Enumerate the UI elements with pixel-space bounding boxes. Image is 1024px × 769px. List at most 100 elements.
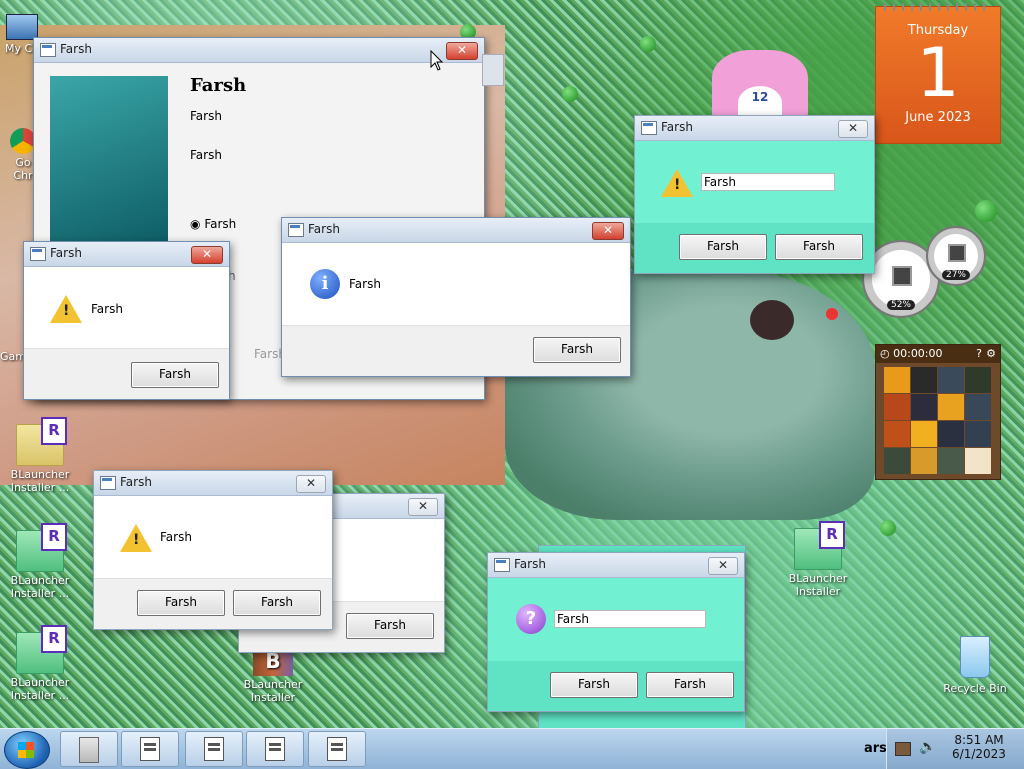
volume-muted-icon[interactable]: 🔈 xyxy=(919,739,936,755)
window-titlebar[interactable]: Farsh ✕ xyxy=(282,218,630,243)
wizard-radio-option[interactable]: ◉ Farsh xyxy=(190,217,236,231)
window-title: Farsh xyxy=(50,246,82,260)
desktop-icon-label: BLauncher Installer ... xyxy=(10,468,70,494)
window-titlebar[interactable]: Farsh ✕ xyxy=(488,553,744,578)
puzzle-tile[interactable] xyxy=(884,448,910,474)
taskbar-button[interactable] xyxy=(246,731,304,767)
scrollbar-fragment[interactable] xyxy=(482,54,504,86)
desktop-icon-label: BLauncher Installer xyxy=(243,678,303,704)
close-button[interactable]: ✕ xyxy=(408,498,438,516)
window-titlebar[interactable]: Farsh ✕ xyxy=(34,38,484,63)
desktop-icon-blauncher-installer[interactable]: R BLauncher Installer ... xyxy=(0,523,80,600)
calendar-month-year: June 2023 xyxy=(905,110,971,125)
puzzle-settings-icon[interactable]: ⚙ xyxy=(986,345,996,363)
folder-icon: R xyxy=(794,521,845,570)
desktop-icon-games[interactable]: Gam xyxy=(0,350,26,363)
close-button[interactable]: ✕ xyxy=(191,246,223,264)
desktop-icon-blauncher-installer[interactable]: R BLauncher Installer ... xyxy=(0,625,80,702)
dialog-button-1[interactable]: Farsh xyxy=(550,672,638,698)
ok-button[interactable]: Farsh xyxy=(533,337,621,363)
info-dialog: Farsh ✕ i Farsh Farsh xyxy=(281,217,631,377)
ok-button[interactable]: Farsh xyxy=(131,362,219,388)
folder-icon: R xyxy=(16,523,67,572)
document-icon xyxy=(265,737,285,761)
text-input[interactable]: Farsh xyxy=(701,173,835,191)
dialog-button-2[interactable]: Farsh xyxy=(233,590,321,616)
dialog-client: i Farsh Farsh xyxy=(282,243,630,376)
taskbar-button[interactable] xyxy=(308,731,366,767)
dialog-button-1[interactable]: Farsh xyxy=(137,590,225,616)
r-badge-icon: R xyxy=(819,521,845,549)
window-titlebar[interactable]: Farsh ✕ xyxy=(94,471,332,496)
recycle-bin-icon xyxy=(960,636,990,678)
close-button[interactable]: ✕ xyxy=(708,557,738,575)
ok-button[interactable]: Farsh xyxy=(346,613,434,639)
dialog-button-1[interactable]: Farsh xyxy=(679,234,767,260)
wallpaper-animal-nose xyxy=(750,300,794,340)
puzzle-timer-icon: ◴ xyxy=(880,347,894,360)
question-icon: ? xyxy=(516,604,546,634)
dialog-button-2[interactable]: Farsh xyxy=(775,234,863,260)
network-icon[interactable] xyxy=(895,742,911,756)
window-titlebar[interactable]: Farsh ✕ xyxy=(635,116,874,141)
taskbar-clock[interactable]: 8:51 AM 6/1/2023 xyxy=(944,733,1014,761)
puzzle-tile[interactable] xyxy=(965,448,991,474)
memory-gauge-value: 27% xyxy=(942,270,970,280)
taskbar: ars 🔈 8:51 AM 6/1/2023 xyxy=(0,728,1024,769)
taskbar-button[interactable] xyxy=(121,731,179,767)
dialog-client: Farsh Farsh Farsh xyxy=(635,141,874,273)
window-title: Farsh xyxy=(661,120,693,134)
puzzle-tile[interactable] xyxy=(938,367,964,393)
puzzle-tile[interactable] xyxy=(911,421,937,447)
window-title: Farsh xyxy=(120,475,152,489)
calendar-gadget[interactable]: Thursday 1 June 2023 xyxy=(875,3,1001,144)
puzzle-tile[interactable] xyxy=(965,394,991,420)
puzzle-tile[interactable] xyxy=(938,394,964,420)
puzzle-tile[interactable] xyxy=(965,421,991,447)
close-button[interactable]: ✕ xyxy=(592,222,624,240)
desktop-icon-label: Go Chr xyxy=(13,156,33,182)
close-button[interactable]: ✕ xyxy=(838,120,868,138)
clock-date: 6/1/2023 xyxy=(952,747,1006,761)
text-input[interactable]: Farsh xyxy=(554,610,706,628)
desktop-icon-blauncher-installer[interactable]: B BLauncher Installer xyxy=(233,646,313,704)
tray-text: ars xyxy=(864,741,887,756)
close-button[interactable]: ✕ xyxy=(296,475,326,493)
calendar-day-number: 1 xyxy=(916,34,960,113)
window-titlebar[interactable]: Farsh ✕ xyxy=(24,242,229,267)
dialog-client: ? Farsh Farsh Farsh xyxy=(488,578,744,711)
puzzle-tile[interactable] xyxy=(938,421,964,447)
puzzle-grid xyxy=(884,367,1000,474)
dialog-button-2[interactable]: Farsh xyxy=(646,672,734,698)
desktop-icon-recycle-bin[interactable]: Recycle Bin xyxy=(935,636,1015,695)
cat-clock-gadget[interactable]: 12 xyxy=(712,50,808,120)
puzzle-tile[interactable] xyxy=(911,367,937,393)
memory-gauge[interactable]: 27% xyxy=(926,226,986,286)
puzzle-tile[interactable] xyxy=(911,394,937,420)
window-title: Farsh xyxy=(60,42,92,56)
mouse-cursor-icon xyxy=(430,50,444,71)
puzzle-tile[interactable] xyxy=(884,394,910,420)
dialog-footer: Farsh xyxy=(24,348,229,399)
puzzle-tile[interactable] xyxy=(911,448,937,474)
taskbar-button[interactable] xyxy=(185,731,243,767)
puzzle-tile[interactable] xyxy=(884,367,910,393)
document-icon xyxy=(327,737,347,761)
desktop-icon-blauncher-installer[interactable]: R BLauncher Installer ... xyxy=(0,417,80,494)
puzzle-tile[interactable] xyxy=(884,421,910,447)
warning-icon xyxy=(661,169,693,197)
dialog-footer: Farsh Farsh xyxy=(94,578,332,629)
start-button[interactable] xyxy=(4,731,50,769)
warning-input-dialog: Farsh ✕ Farsh Farsh Farsh xyxy=(634,115,875,274)
dialog-footer: Farsh Farsh xyxy=(635,223,874,273)
close-button[interactable]: ✕ xyxy=(446,42,478,60)
app-icon xyxy=(494,558,510,572)
puzzle-help-icon[interactable]: ? xyxy=(976,345,982,363)
taskbar-button[interactable] xyxy=(60,731,118,767)
warning-dialog-left: Farsh ✕ Farsh Farsh xyxy=(23,241,230,400)
puzzle-tile[interactable] xyxy=(938,448,964,474)
desktop-icon-blauncher-installer[interactable]: R BLauncher Installer xyxy=(778,521,858,598)
puzzle-timer: 00:00:00 xyxy=(893,347,943,360)
puzzle-tile[interactable] xyxy=(965,367,991,393)
picture-puzzle-gadget[interactable]: ◴ 00:00:00 ? ⚙ xyxy=(875,344,1001,480)
